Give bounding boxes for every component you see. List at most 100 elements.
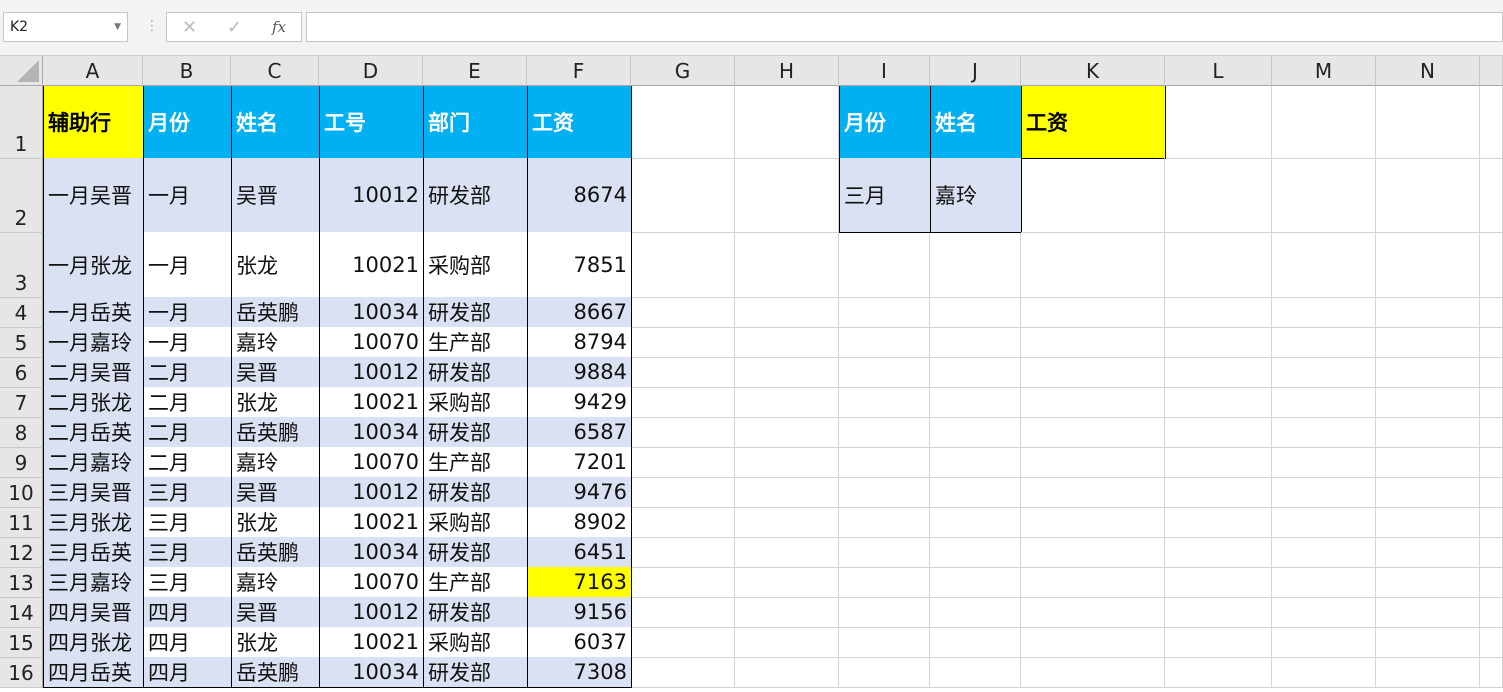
cell[interactable] [930,448,1021,478]
cell[interactable] [1021,478,1165,508]
table-cell[interactable]: 10012 [319,158,424,233]
cell[interactable] [1165,233,1272,298]
table-cell[interactable]: 10070 [319,567,424,598]
table-cell[interactable]: 10021 [319,387,424,418]
table-cell[interactable]: 张龙 [231,232,320,298]
cell[interactable] [839,328,930,358]
cell[interactable] [930,478,1021,508]
row-header-13[interactable]: 13 [0,568,43,598]
row-header-1[interactable]: 1 [0,86,43,159]
table-cell[interactable]: 9884 [527,357,632,388]
column-header-F[interactable]: F [527,56,631,86]
table-cell[interactable]: 10034 [319,537,424,568]
cell[interactable] [1480,358,1503,388]
cell[interactable] [1480,448,1503,478]
cell[interactable] [1272,388,1376,418]
row-header-9[interactable]: 9 [0,448,43,478]
header-cell[interactable]: 工资 [527,86,632,159]
table-cell[interactable]: 二月吴晋 [43,357,144,388]
cell[interactable] [735,418,839,448]
cell[interactable] [1165,508,1272,538]
cell[interactable] [631,598,735,628]
cell[interactable] [1480,658,1503,688]
cell[interactable] [1165,628,1272,658]
select-all-button[interactable] [0,56,43,86]
cell[interactable] [1165,478,1272,508]
table-cell[interactable]: 10012 [319,597,424,628]
cell[interactable] [631,568,735,598]
lookup-header-cell[interactable]: 姓名 [930,86,1022,159]
table-cell[interactable]: 吴晋 [231,477,320,508]
column-header-A[interactable]: A [43,56,143,86]
column-header-K[interactable]: K [1021,56,1165,86]
cell[interactable] [930,508,1021,538]
cell[interactable] [930,388,1021,418]
table-cell[interactable]: 采购部 [423,232,528,298]
cell[interactable] [1480,159,1503,233]
table-cell[interactable]: 二月 [143,357,232,388]
table-cell[interactable]: 岳英鹏 [231,537,320,568]
table-cell[interactable]: 8902 [527,507,632,538]
cell[interactable] [1165,538,1272,568]
cell[interactable] [1165,388,1272,418]
table-cell[interactable]: 三月吴晋 [43,477,144,508]
table-cell[interactable]: 吴晋 [231,158,320,233]
table-cell[interactable]: 一月张龙 [43,232,144,298]
cell[interactable] [839,298,930,328]
table-cell[interactable]: 二月张龙 [43,387,144,418]
chevron-down-icon[interactable]: ▼ [114,13,121,41]
table-cell[interactable]: 10034 [319,417,424,448]
cell[interactable] [1021,388,1165,418]
table-cell[interactable]: 10034 [319,657,424,688]
cell[interactable] [1272,538,1376,568]
cell[interactable] [1376,358,1480,388]
row-header-15[interactable]: 15 [0,628,43,658]
header-cell[interactable]: 姓名 [231,86,320,159]
row-header-2[interactable]: 2 [0,159,43,233]
table-cell[interactable]: 一月 [143,327,232,358]
cell[interactable] [631,478,735,508]
cell[interactable] [735,328,839,358]
table-cell[interactable]: 二月 [143,417,232,448]
cell[interactable] [1272,568,1376,598]
drag-handle-icon[interactable]: ⋮ [145,18,159,34]
cell[interactable] [930,298,1021,328]
table-cell[interactable]: 一月 [143,232,232,298]
cell[interactable] [1272,86,1376,159]
table-cell[interactable]: 四月 [143,657,232,688]
table-cell[interactable]: 研发部 [423,297,528,328]
table-cell[interactable]: 二月嘉玲 [43,447,144,478]
cell[interactable] [735,628,839,658]
cell[interactable] [1480,538,1503,568]
insert-function-icon[interactable]: fx [272,18,286,36]
enter-icon[interactable]: ✓ [227,17,242,38]
cell[interactable] [1272,233,1376,298]
cell[interactable] [735,568,839,598]
table-cell[interactable]: 7851 [527,232,632,298]
table-cell[interactable]: 研发部 [423,657,528,688]
table-cell[interactable]: 吴晋 [231,597,320,628]
table-cell[interactable]: 三月岳英 [43,537,144,568]
table-cell[interactable]: 10021 [319,627,424,658]
row-header-12[interactable]: 12 [0,538,43,568]
column-header-B[interactable]: B [143,56,231,86]
row-header-5[interactable]: 5 [0,328,43,358]
cell[interactable] [930,658,1021,688]
cell[interactable] [1376,658,1480,688]
table-cell[interactable]: 一月 [143,297,232,328]
cell[interactable] [1272,628,1376,658]
cell[interactable] [631,328,735,358]
table-cell[interactable]: 6037 [527,627,632,658]
cell[interactable] [631,159,735,233]
row-header-11[interactable]: 11 [0,508,43,538]
formula-input[interactable] [306,12,1503,42]
table-cell[interactable]: 二月岳英 [43,417,144,448]
cell[interactable] [930,598,1021,628]
table-cell[interactable]: 10070 [319,327,424,358]
cell[interactable] [1376,298,1480,328]
cell[interactable] [1376,233,1480,298]
table-cell[interactable]: 一月岳英 [43,297,144,328]
cell[interactable] [1021,358,1165,388]
table-cell[interactable]: 采购部 [423,507,528,538]
cell[interactable] [631,508,735,538]
